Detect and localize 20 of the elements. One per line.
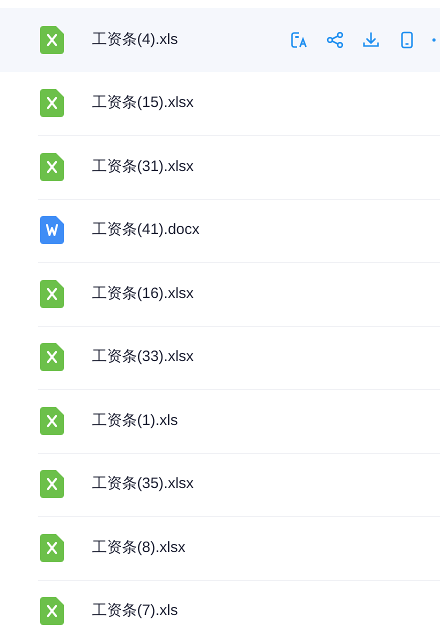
file-name[interactable]: 工资条(7).xls <box>92 600 178 622</box>
file-name[interactable]: 工资条(1).xls <box>92 410 178 432</box>
file-row[interactable]: 工资条(16).xlsx <box>0 262 440 326</box>
file-name[interactable]: 工资条(35).xlsx <box>92 473 194 496</box>
file-row[interactable]: 工资条(15).xlsx <box>0 72 440 135</box>
file-name[interactable]: 工资条(41).docx <box>92 219 200 242</box>
file-row[interactable]: 工资条(33).xlsx <box>0 326 440 389</box>
file-name[interactable]: 工资条(4).xls <box>92 28 178 51</box>
file-name[interactable]: 工资条(16).xlsx <box>92 282 194 305</box>
file-name[interactable]: 工资条(15).xlsx <box>92 92 194 114</box>
file-row[interactable]: 工资条(4).xls <box>0 8 440 72</box>
file-row[interactable]: 工资条(8).xlsx <box>0 516 440 580</box>
file-row[interactable]: 工资条(7).xls <box>0 580 440 626</box>
file-row[interactable]: 工资条(41).docx <box>0 198 440 262</box>
file-name[interactable]: 工资条(31).xlsx <box>92 156 194 178</box>
file-name[interactable]: 工资条(8).xlsx <box>92 536 186 559</box>
file-row[interactable]: 工资条(31).xlsx <box>0 135 440 198</box>
file-row[interactable]: 工资条(1).xls <box>0 389 440 452</box>
file-row[interactable]: 工资条(35).xlsx <box>0 452 440 516</box>
file-name[interactable]: 工资条(33).xlsx <box>92 346 194 368</box>
